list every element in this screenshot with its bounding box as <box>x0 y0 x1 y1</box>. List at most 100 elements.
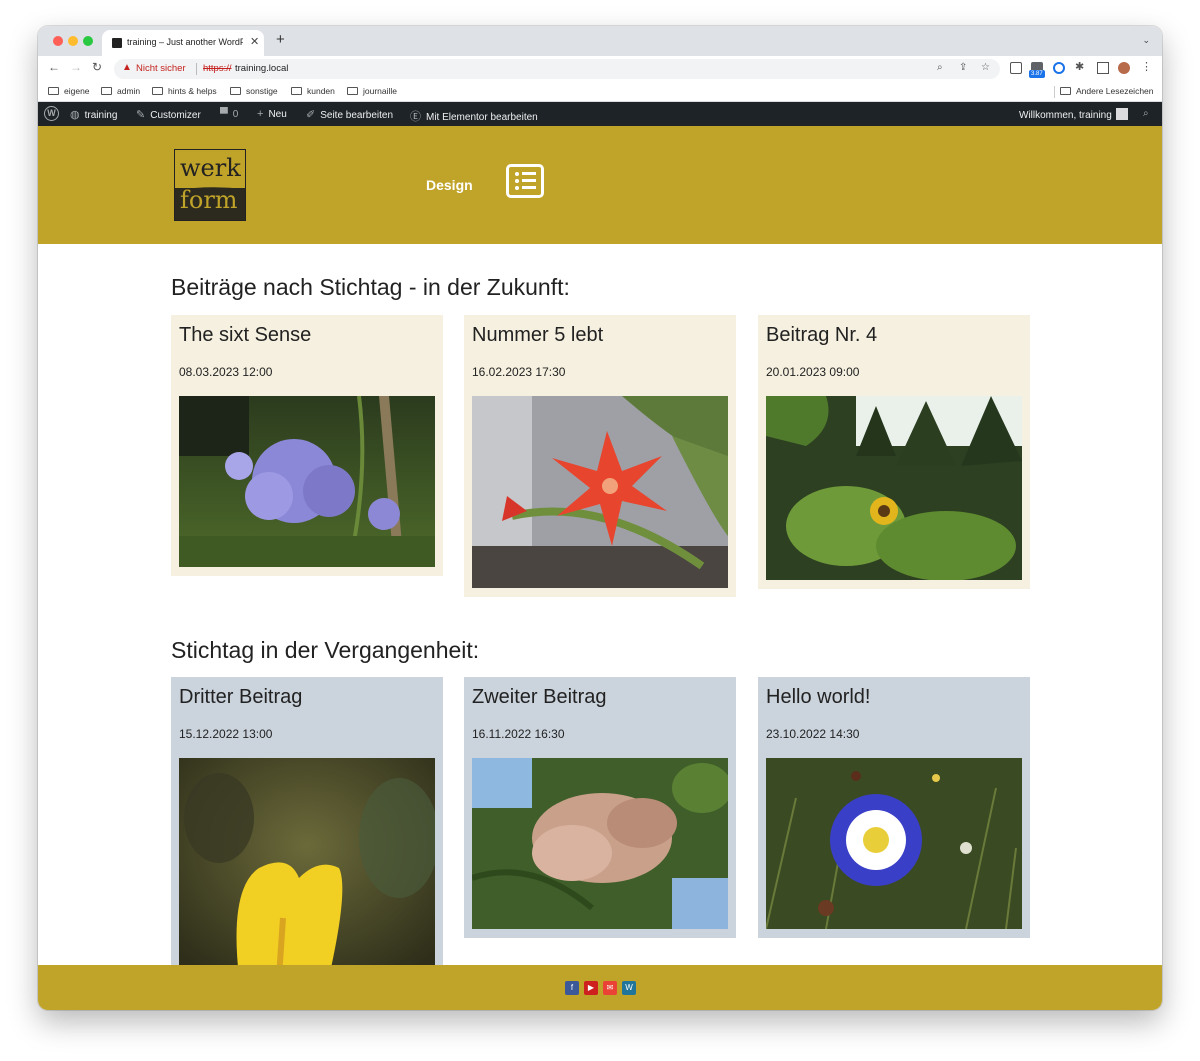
folder-icon <box>1060 87 1071 95</box>
share-icon[interactable]: ⇪ <box>959 62 967 73</box>
edit-page-label: Seite bearbeiten <box>320 110 394 121</box>
bookmark-folder[interactable]: kunden <box>291 86 335 96</box>
adminbar-edit-page[interactable]: ✐ Seite bearbeiten <box>306 108 393 121</box>
maximize-window-button[interactable] <box>83 36 93 46</box>
post-title[interactable]: Nummer 5 lebt <box>472 324 603 347</box>
red-cactus-flower-photo[interactable] <box>472 396 728 588</box>
password-manager-icon[interactable] <box>1053 62 1065 74</box>
bookmark-folder[interactable]: admin <box>101 86 140 96</box>
bookmark-label: journaille <box>363 86 398 96</box>
post-card[interactable]: Hello world! 23.10.2022 14:30 <box>758 677 1030 938</box>
post-date: 23.10.2022 14:30 <box>766 727 860 741</box>
bookmark-folder[interactable]: eigene <box>48 86 90 96</box>
elementor-label: Mit Elementor bearbeiten <box>426 112 538 123</box>
bookmarks-divider <box>1054 86 1055 98</box>
search-icon[interactable]: ⌕ <box>1143 108 1149 119</box>
adminbar-elementor[interactable]: Ⓔ Mit Elementor bearbeiten <box>410 108 538 124</box>
folder-icon <box>101 87 112 95</box>
folder-icon <box>347 87 358 95</box>
nav-link-design[interactable]: Design <box>426 177 473 193</box>
yellow-calla-photo[interactable] <box>179 758 435 977</box>
sunflower-forest-photo[interactable] <box>766 396 1022 580</box>
bookmark-star-icon[interactable]: ☆ <box>981 62 990 73</box>
bookmark-folder[interactable]: hints & helps <box>152 86 217 96</box>
bookmark-folder[interactable]: sonstige <box>230 86 278 96</box>
site-logo[interactable]: werk form <box>174 149 246 221</box>
adminbar-new[interactable]: + Neu <box>257 108 287 120</box>
close-window-button[interactable] <box>53 36 63 46</box>
blue-morning-glory-photo[interactable] <box>766 758 1022 929</box>
site-header: werk form Design <box>38 126 1162 244</box>
omnibox-divider <box>196 63 197 75</box>
email-icon[interactable]: ✉ <box>603 981 617 995</box>
bookmark-label: Andere Lesezeichen <box>1076 86 1154 96</box>
comments-count: 0 <box>232 109 239 120</box>
post-title[interactable]: The sixt Sense <box>179 324 311 347</box>
profile-avatar[interactable] <box>1118 62 1130 74</box>
new-tab-button[interactable]: + <box>276 31 285 48</box>
bookmarks-bar: eigene admin hints & helps sonstige kund… <box>38 82 1162 102</box>
address-bar[interactable]: ▲ Nicht sicher https:// training.local ⌕… <box>114 59 1000 79</box>
post-title[interactable]: Dritter Beitrag <box>179 686 302 709</box>
list-menu-icon[interactable] <box>506 164 544 198</box>
post-title[interactable]: Beitrag Nr. 4 <box>766 324 877 347</box>
pencil-icon: ✐ <box>306 109 316 121</box>
more-menu-icon[interactable]: ⋮ <box>1141 60 1153 73</box>
post-title[interactable]: Hello world! <box>766 686 870 709</box>
post-date: 20.01.2023 09:00 <box>766 365 860 379</box>
other-bookmarks-folder[interactable]: Andere Lesezeichen <box>1060 86 1154 96</box>
elementor-icon: Ⓔ <box>410 111 421 123</box>
post-date: 08.03.2023 12:00 <box>179 365 273 379</box>
browser-window: training – Just another WordPr ✕ + ⌄ ← →… <box>38 26 1162 1010</box>
maple-seeds-photo[interactable] <box>472 758 728 929</box>
folder-icon <box>291 87 302 95</box>
adminbar-comments[interactable]: ▀ 0 <box>220 108 238 120</box>
facebook-icon[interactable]: f <box>565 981 579 995</box>
wordpress-logo-icon[interactable]: W <box>44 106 59 121</box>
post-card[interactable]: Nummer 5 lebt 16.02.2023 17:30 <box>464 315 736 597</box>
post-title[interactable]: Zweiter Beitrag <box>472 686 607 709</box>
bookmark-label: hints & helps <box>168 86 217 96</box>
url-scheme: https:// <box>203 63 232 74</box>
comment-icon: ▀ <box>220 108 228 120</box>
wordpress-icon[interactable]: W <box>622 981 636 995</box>
adminbar-account[interactable]: Willkommen, training <box>1019 108 1128 121</box>
post-date: 16.11.2022 16:30 <box>472 727 565 741</box>
extension-badge: 3.87 <box>1029 70 1045 78</box>
post-card[interactable]: Dritter Beitrag 15.12.2022 13:00 <box>171 677 443 977</box>
logo-word-werk: werk <box>180 154 241 182</box>
puzzle-icon[interactable]: ✱ <box>1075 60 1087 73</box>
tab-strip: training – Just another WordPr ✕ + ⌄ <box>38 26 1162 56</box>
bookmark-label: sonstige <box>246 86 278 96</box>
adminbar-site-name[interactable]: ◍ training <box>70 108 117 121</box>
camera-icon[interactable] <box>1010 62 1022 74</box>
forward-icon[interactable]: → <box>70 60 82 74</box>
sidepanel-icon[interactable] <box>1097 62 1109 74</box>
folder-icon <box>48 87 59 95</box>
post-card[interactable]: The sixt Sense 08.03.2023 12:00 <box>171 315 443 576</box>
site-page: werk form Design Beiträge nach Stichtag … <box>38 126 1162 1010</box>
url-host: training.local <box>235 63 289 74</box>
zoom-icon[interactable]: ⌕ <box>937 62 943 73</box>
post-date: 16.02.2023 17:30 <box>472 365 566 379</box>
bookmark-folder[interactable]: journaille <box>347 86 397 96</box>
post-card[interactable]: Zweiter Beitrag 16.11.2022 16:30 <box>464 677 736 938</box>
future-posts-heading: Beiträge nach Stichtag - in der Zukunft: <box>171 274 570 300</box>
youtube-icon[interactable]: ▶ <box>584 981 598 995</box>
tab-close-icon[interactable]: ✕ <box>250 35 259 48</box>
agapanthus-flower-photo[interactable] <box>179 396 435 567</box>
bookmark-label: admin <box>117 86 141 96</box>
post-card[interactable]: Beitrag Nr. 4 20.01.2023 09:00 <box>758 315 1030 589</box>
site-name-label: training <box>84 110 118 121</box>
minimize-window-button[interactable] <box>68 36 78 46</box>
browser-tab[interactable]: training – Just another WordPr ✕ <box>102 30 264 56</box>
adminbar-customizer[interactable]: ✎ Customizer <box>136 108 201 121</box>
chevron-down-icon[interactable]: ⌄ <box>1142 35 1150 46</box>
wp-admin-bar: W ◍ training ✎ Customizer ▀ 0 + Neu ✐ Seite b… <box>38 102 1162 126</box>
bookmark-label: kunden <box>307 86 335 96</box>
reload-icon[interactable]: ↻ <box>92 60 102 74</box>
back-icon[interactable]: ← <box>48 60 60 74</box>
security-status[interactable]: Nicht sicher <box>136 63 186 74</box>
dashboard-icon: ◍ <box>70 109 80 121</box>
plus-icon: + <box>257 108 264 120</box>
